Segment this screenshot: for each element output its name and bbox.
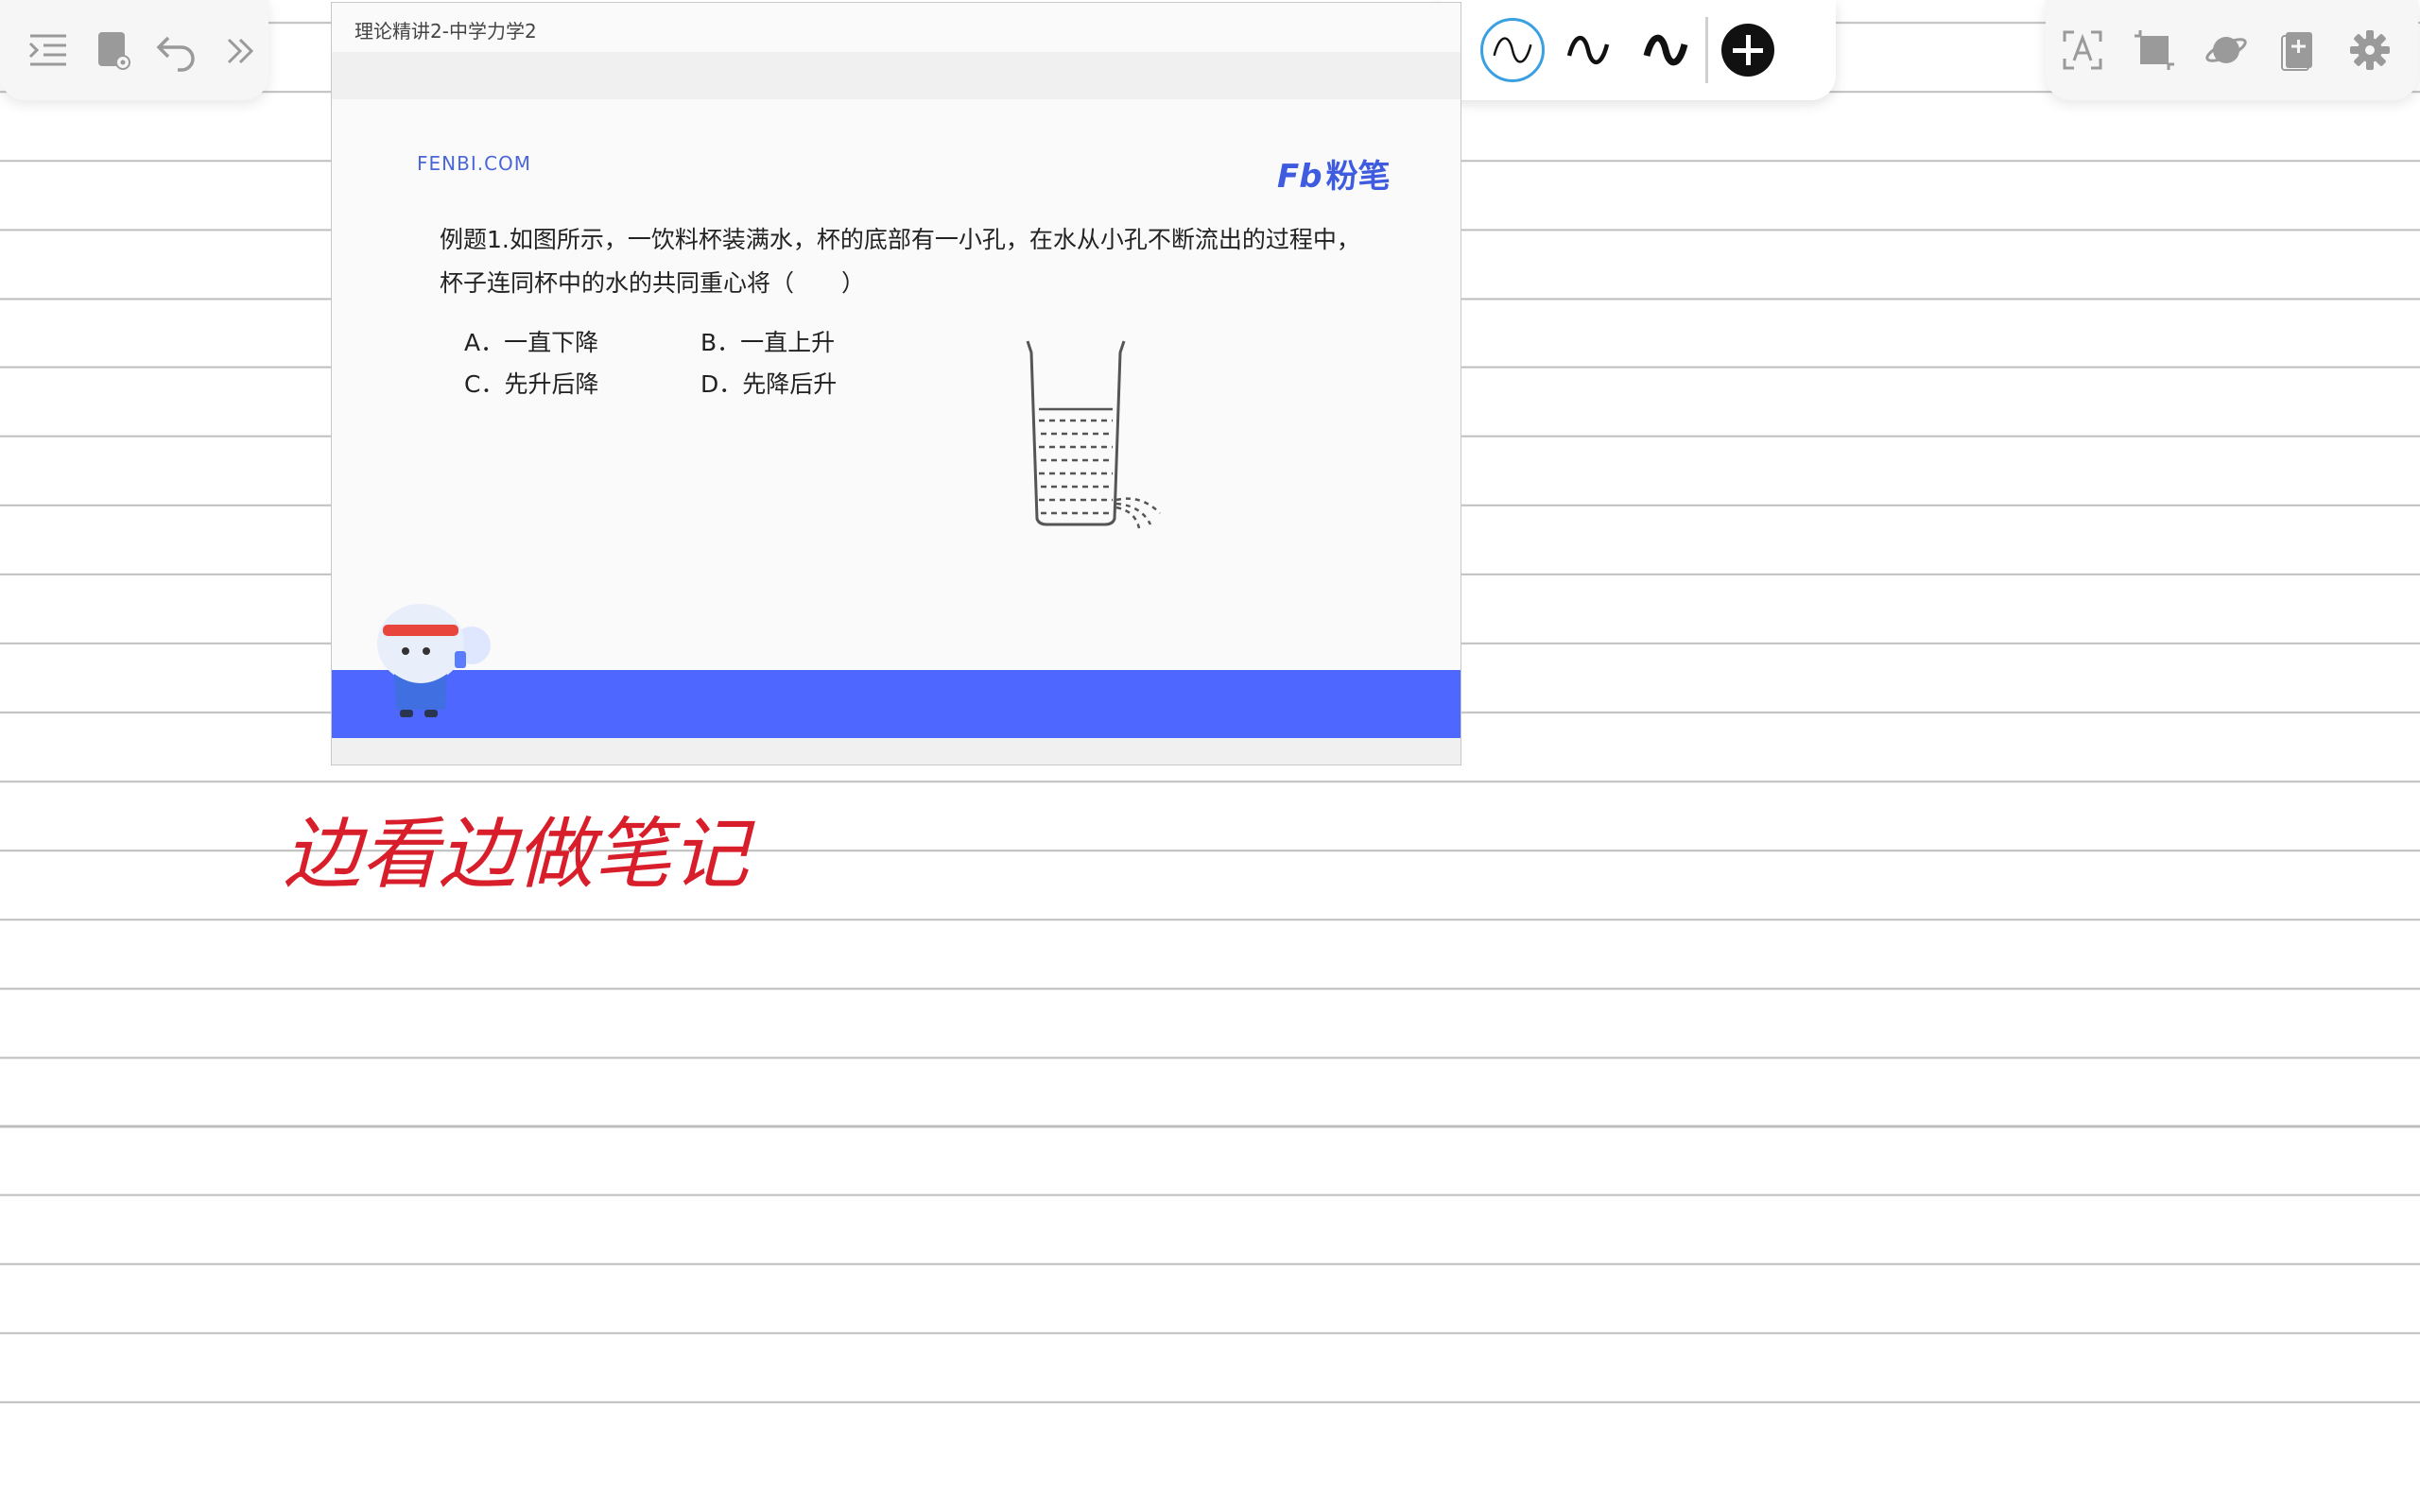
cup-diagram: [1026, 340, 1161, 529]
add-page-icon[interactable]: [2274, 26, 2322, 74]
right-toolbar: [2046, 0, 2418, 100]
question-text: 例题1.如图所示，一饮料杯装满水，杯的底部有一小孔，在水从小孔不断流出的过程中，…: [440, 218, 1366, 305]
slide-title: 理论精讲2-中学力学2: [354, 20, 537, 43]
pen-thick-button[interactable]: [1632, 16, 1700, 84]
planet-icon[interactable]: [2203, 26, 2250, 74]
option-d: D．先降后升: [700, 370, 838, 398]
slide-top-bar: [332, 52, 1461, 99]
toolbar-divider: [1705, 17, 1708, 83]
slide-footer-band: [332, 670, 1461, 738]
slide-bottom-bar: [332, 738, 1461, 765]
option-b: B．一直上升: [700, 329, 836, 356]
undo-icon[interactable]: [153, 26, 200, 74]
expand-icon[interactable]: [217, 26, 265, 74]
notebook-icon[interactable]: [89, 26, 136, 74]
pen-medium-button[interactable]: [1554, 16, 1622, 84]
brand-logo: Fb 粉笔: [1277, 150, 1391, 197]
question-line: 杯子连同杯中的水的共同重心将（ ）: [440, 269, 866, 297]
brand-url: FENBI.COM: [417, 152, 532, 175]
brand-logo-fb: Fb: [1277, 158, 1322, 196]
handwritten-text: 边看边做笔记: [284, 810, 755, 900]
video-slide[interactable]: 理论精讲2-中学力学2 FENBI.COM Fb 粉笔 例题1.如图所示，一饮料杯…: [331, 2, 1461, 765]
gear-icon[interactable]: [2346, 26, 2394, 74]
option-c: C．先升后降: [464, 370, 599, 398]
crop-icon[interactable]: [2131, 26, 2178, 74]
mascot-icon: [377, 604, 491, 717]
plus-circle-icon: [1721, 24, 1774, 77]
question-line: 例题1.如图所示，一饮料杯装满水，杯的底部有一小孔，在水从小孔不断流出的过程中，: [440, 226, 1360, 253]
brand-logo-text: 粉笔: [1325, 158, 1391, 196]
handwritten-note[interactable]: 边看边做笔记: [280, 799, 790, 913]
left-toolbar: [0, 0, 268, 100]
text-recognize-icon[interactable]: [2059, 26, 2106, 74]
add-pen-button[interactable]: [1714, 16, 1782, 84]
option-a: A．一直下降: [464, 329, 599, 356]
outline-icon[interactable]: [25, 26, 72, 74]
pen-thin-button[interactable]: [1480, 18, 1545, 82]
pen-toolbar: [1439, 0, 1836, 100]
